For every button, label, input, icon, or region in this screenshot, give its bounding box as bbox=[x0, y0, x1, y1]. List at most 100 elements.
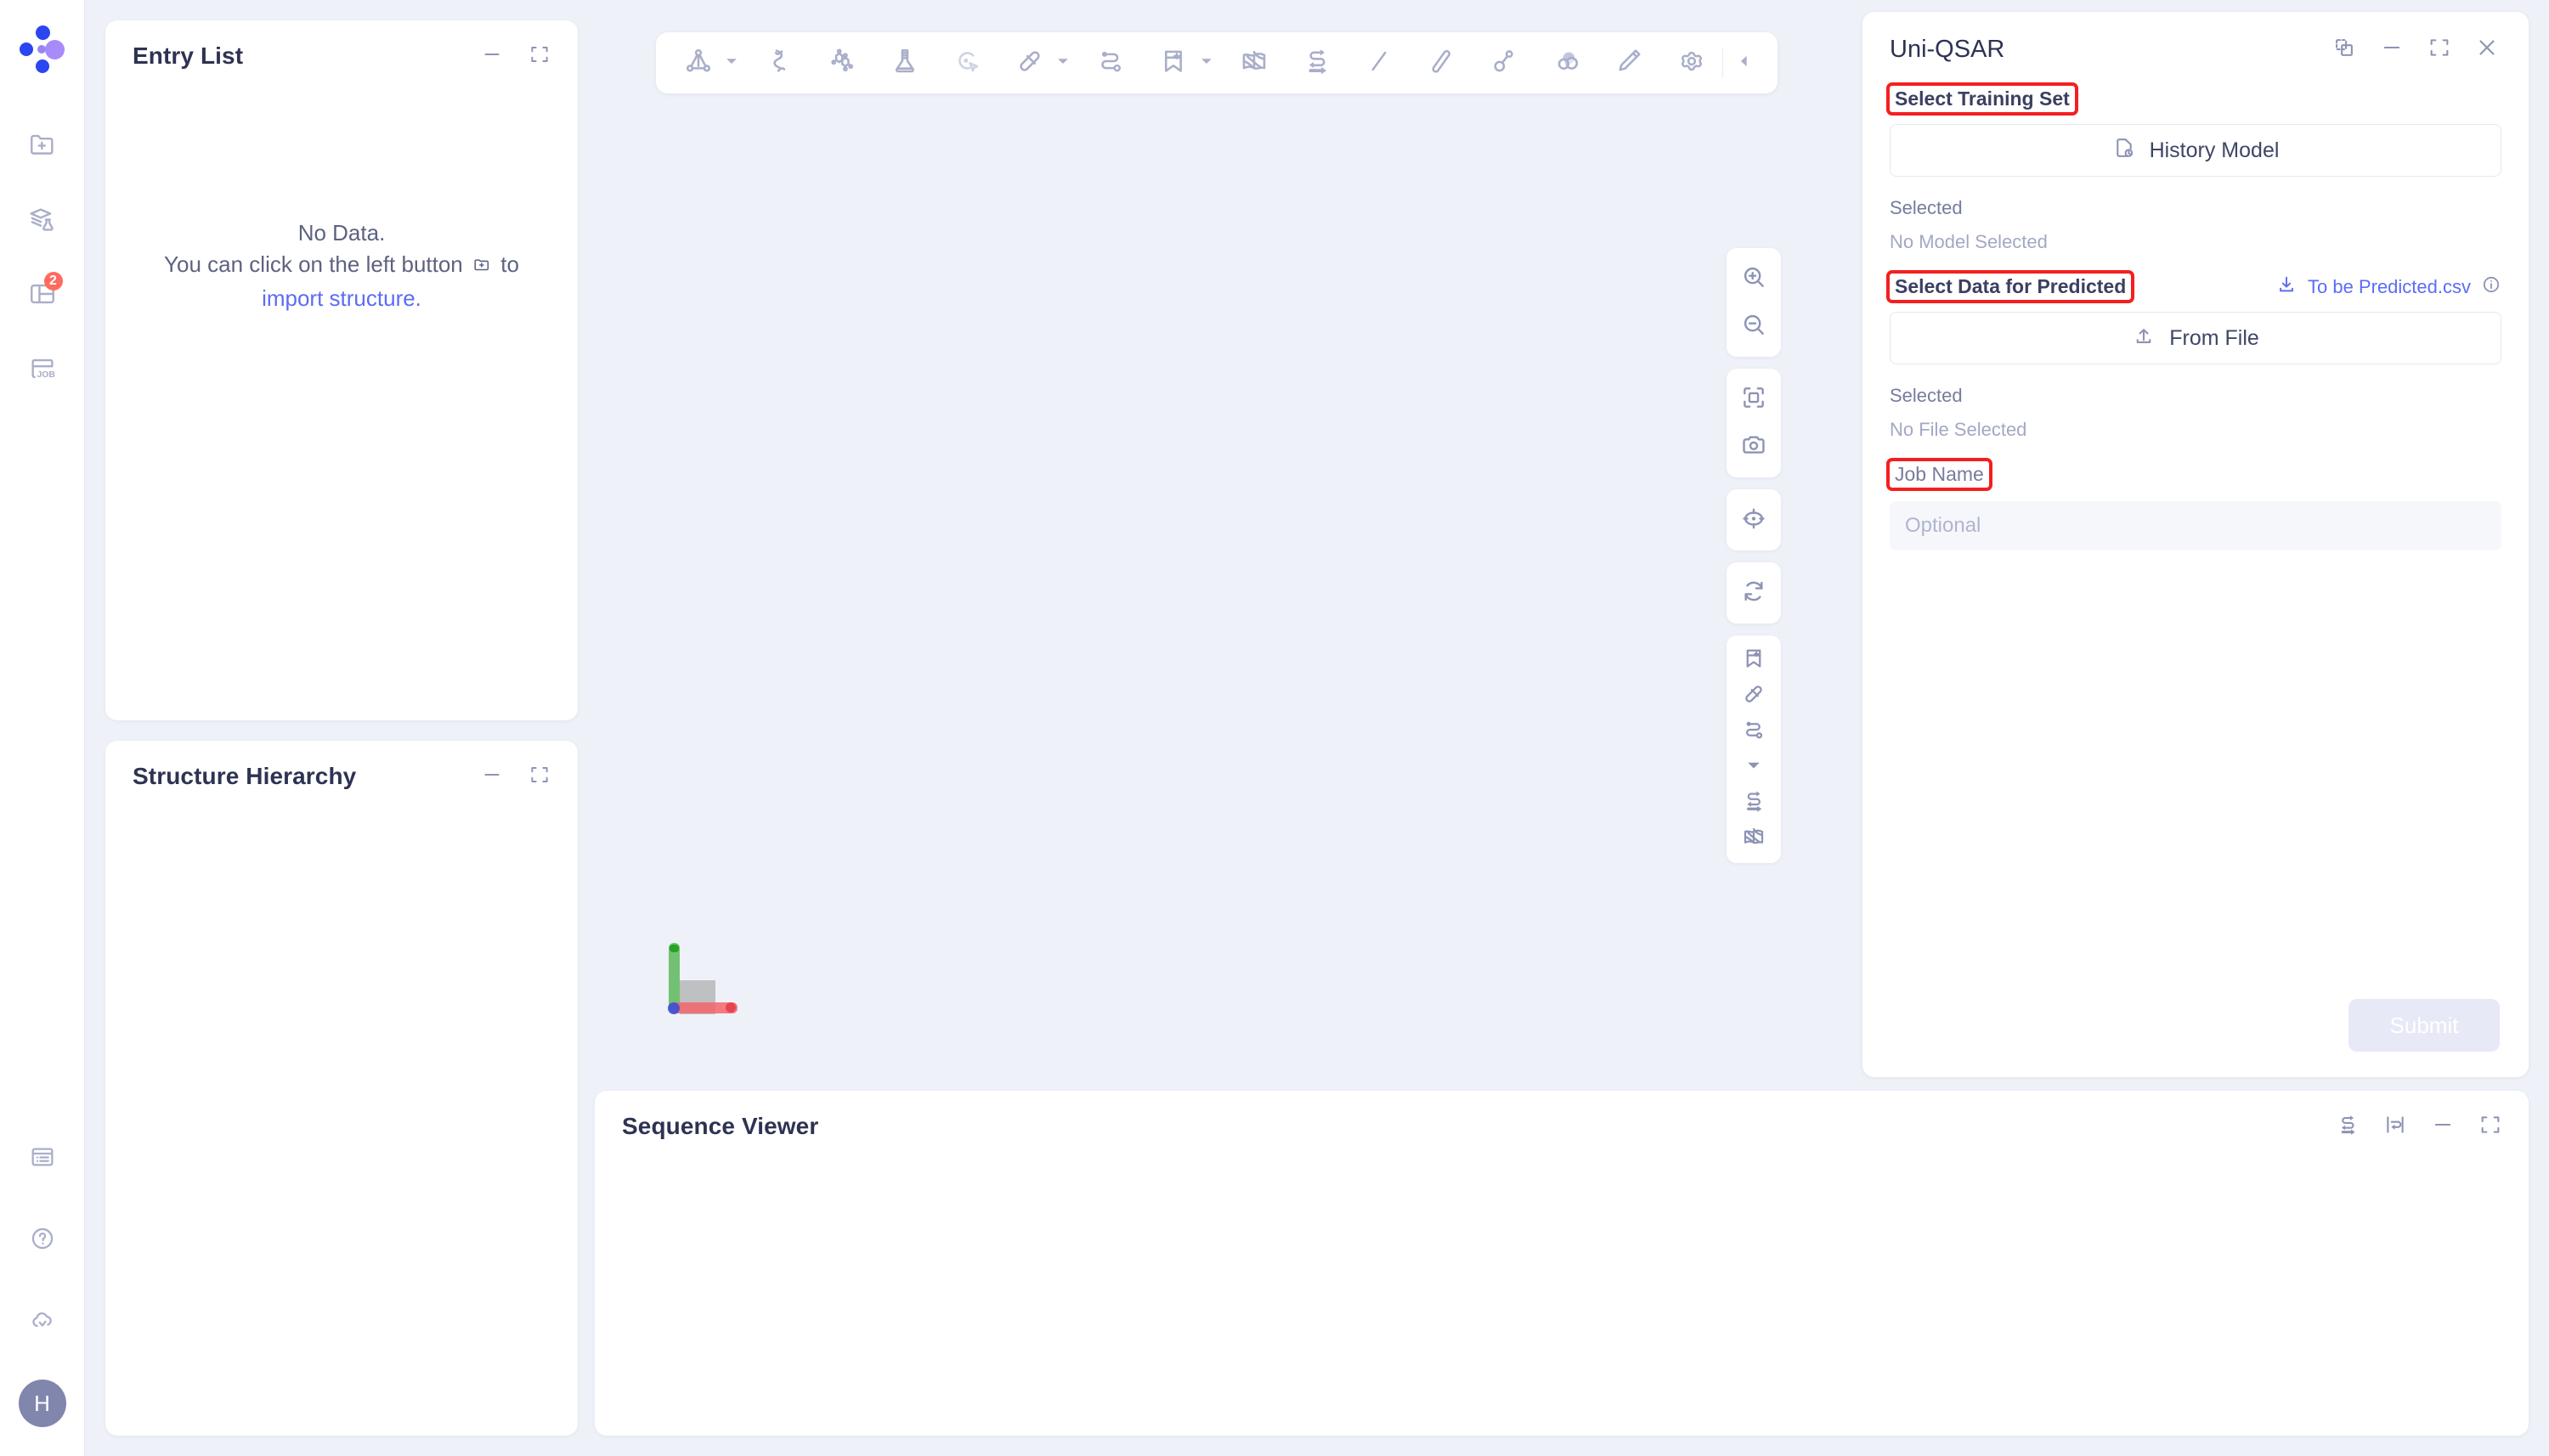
wrap-line-button[interactable] bbox=[2382, 1114, 2408, 1139]
from-file-label: From File bbox=[2169, 325, 2259, 350]
more-options-button[interactable] bbox=[1727, 749, 1781, 785]
sequence-viewer-panel: Sequence Viewer bbox=[595, 1091, 2529, 1436]
zoom-out-button[interactable] bbox=[1727, 302, 1781, 350]
center-target-button[interactable] bbox=[1727, 496, 1781, 544]
close-button[interactable] bbox=[2474, 37, 2500, 63]
entry-list-empty-state: No Data. You can click on the left butto… bbox=[105, 217, 578, 314]
bookmark-add-caret[interactable] bbox=[1197, 39, 1216, 87]
caret-down-icon bbox=[1057, 55, 1069, 71]
minimize-button[interactable] bbox=[479, 764, 505, 789]
sidebar-item-notes[interactable] bbox=[20, 1135, 65, 1179]
app-logo[interactable] bbox=[17, 24, 68, 75]
file-selected-label: Selected bbox=[1890, 385, 1963, 406]
line-icon bbox=[1364, 46, 1394, 81]
annotation-tool-group bbox=[1727, 635, 1781, 863]
bookmark-add-tool[interactable] bbox=[1150, 39, 1197, 87]
molecule-style-caret[interactable] bbox=[722, 39, 741, 87]
page-title: Entry List bbox=[133, 42, 244, 69]
ball-stick-icon bbox=[683, 46, 714, 81]
cloud-check-icon bbox=[29, 1306, 56, 1334]
empty-line-2-before: You can click on the left button bbox=[164, 251, 463, 277]
bond-tool[interactable] bbox=[1480, 39, 1528, 87]
measure-tool[interactable] bbox=[1006, 39, 1054, 87]
fit-to-screen-button[interactable] bbox=[1727, 375, 1781, 423]
minimize-icon bbox=[481, 764, 503, 790]
molecule-style-tool[interactable] bbox=[675, 39, 722, 87]
sidebar-item-help[interactable] bbox=[20, 1216, 65, 1261]
list-window-icon bbox=[29, 1143, 56, 1171]
template-csv-link[interactable]: To be Predicted.csv bbox=[2275, 274, 2501, 300]
measure-tool-caret[interactable] bbox=[1054, 39, 1072, 87]
reset-view-button[interactable] bbox=[1727, 569, 1781, 617]
zoom-out-icon bbox=[1740, 311, 1767, 342]
chevron-left-icon bbox=[1738, 54, 1751, 72]
surface-button[interactable] bbox=[1727, 821, 1781, 856]
camera-icon bbox=[1740, 432, 1767, 463]
sidebar-item-jobs[interactable]: JOB bbox=[20, 347, 65, 391]
path-tool[interactable] bbox=[1087, 39, 1134, 87]
spheres-icon bbox=[1551, 46, 1582, 81]
flask-icon bbox=[890, 46, 920, 81]
import-structure-link[interactable]: import structure. bbox=[105, 283, 578, 314]
ligand-tool[interactable] bbox=[818, 39, 866, 87]
upload-icon bbox=[2132, 324, 2156, 353]
minimize-button[interactable] bbox=[2430, 1114, 2456, 1139]
expand-button[interactable] bbox=[2427, 37, 2452, 63]
question-circle-icon bbox=[29, 1225, 56, 1252]
path-node-icon bbox=[1741, 717, 1766, 747]
sequence-swap-button[interactable] bbox=[2335, 1114, 2360, 1139]
zoom-in-icon bbox=[1740, 263, 1767, 295]
select-tool[interactable] bbox=[943, 39, 991, 87]
sidebar-item-projects[interactable]: 2 bbox=[20, 272, 65, 316]
expand-button[interactable] bbox=[2478, 1114, 2503, 1139]
avatar[interactable]: H bbox=[18, 1380, 66, 1427]
transform-tool[interactable] bbox=[1293, 39, 1341, 87]
from-file-button[interactable]: From File bbox=[1890, 312, 2501, 364]
path-button[interactable] bbox=[1727, 714, 1781, 749]
settings-tool[interactable] bbox=[1668, 39, 1715, 87]
zoom-tool-group bbox=[1727, 248, 1781, 357]
expand-icon bbox=[2427, 36, 2451, 64]
protein-ribbon-tool[interactable] bbox=[756, 39, 804, 87]
svg-text:JOB: JOB bbox=[37, 370, 55, 380]
expand-button[interactable] bbox=[527, 43, 552, 69]
pop-out-button[interactable] bbox=[2331, 37, 2357, 63]
bookmark-plus-icon bbox=[1741, 646, 1766, 675]
sidebar-item-learning[interactable] bbox=[20, 197, 65, 241]
stick-tool[interactable] bbox=[1418, 39, 1466, 87]
sequence-viewer-title: Sequence Viewer bbox=[622, 1113, 819, 1139]
history-model-label: History Model bbox=[2149, 138, 2280, 162]
screenshot-button[interactable] bbox=[1727, 423, 1781, 471]
minimize-button[interactable] bbox=[479, 43, 505, 69]
transform-button[interactable] bbox=[1727, 785, 1781, 821]
history-model-button[interactable]: History Model bbox=[1890, 124, 2501, 177]
minimize-icon bbox=[2431, 1113, 2455, 1141]
molecule-3d-viewport[interactable] bbox=[595, 20, 1784, 1074]
wrap-line-icon bbox=[2383, 1113, 2407, 1141]
measure-button[interactable] bbox=[1727, 678, 1781, 714]
line-tool[interactable] bbox=[1355, 39, 1403, 87]
caret-down-icon bbox=[1747, 759, 1761, 776]
flask-tool[interactable] bbox=[881, 39, 929, 87]
viewport-toolbar bbox=[656, 32, 1778, 93]
swap-arrows-icon bbox=[1302, 46, 1332, 81]
bookmark-plus-icon bbox=[1158, 46, 1189, 81]
submit-button[interactable]: Submit bbox=[2348, 999, 2500, 1052]
job-name-input[interactable] bbox=[1890, 501, 2501, 550]
surface-tool[interactable] bbox=[1230, 39, 1278, 87]
caret-down-icon bbox=[726, 55, 738, 71]
sphere-tool[interactable] bbox=[1543, 39, 1591, 87]
info-icon[interactable] bbox=[2481, 274, 2501, 299]
bookmark-add-button[interactable] bbox=[1727, 642, 1781, 678]
sidebar-item-import-structure[interactable] bbox=[20, 122, 65, 166]
minimize-button[interactable] bbox=[2379, 37, 2405, 63]
ruler-icon bbox=[1015, 46, 1045, 81]
expand-icon bbox=[2478, 1113, 2502, 1141]
select-training-set-label: Select Training Set bbox=[1886, 82, 2078, 116]
select-data-for-predicted-label: Select Data for Predicted bbox=[1885, 270, 2135, 303]
edit-tool[interactable] bbox=[1605, 39, 1653, 87]
collapse-toolbar-button[interactable] bbox=[1730, 39, 1759, 87]
expand-button[interactable] bbox=[527, 764, 552, 789]
zoom-in-button[interactable] bbox=[1727, 255, 1781, 302]
sidebar-item-cloud-sync[interactable] bbox=[20, 1298, 65, 1342]
